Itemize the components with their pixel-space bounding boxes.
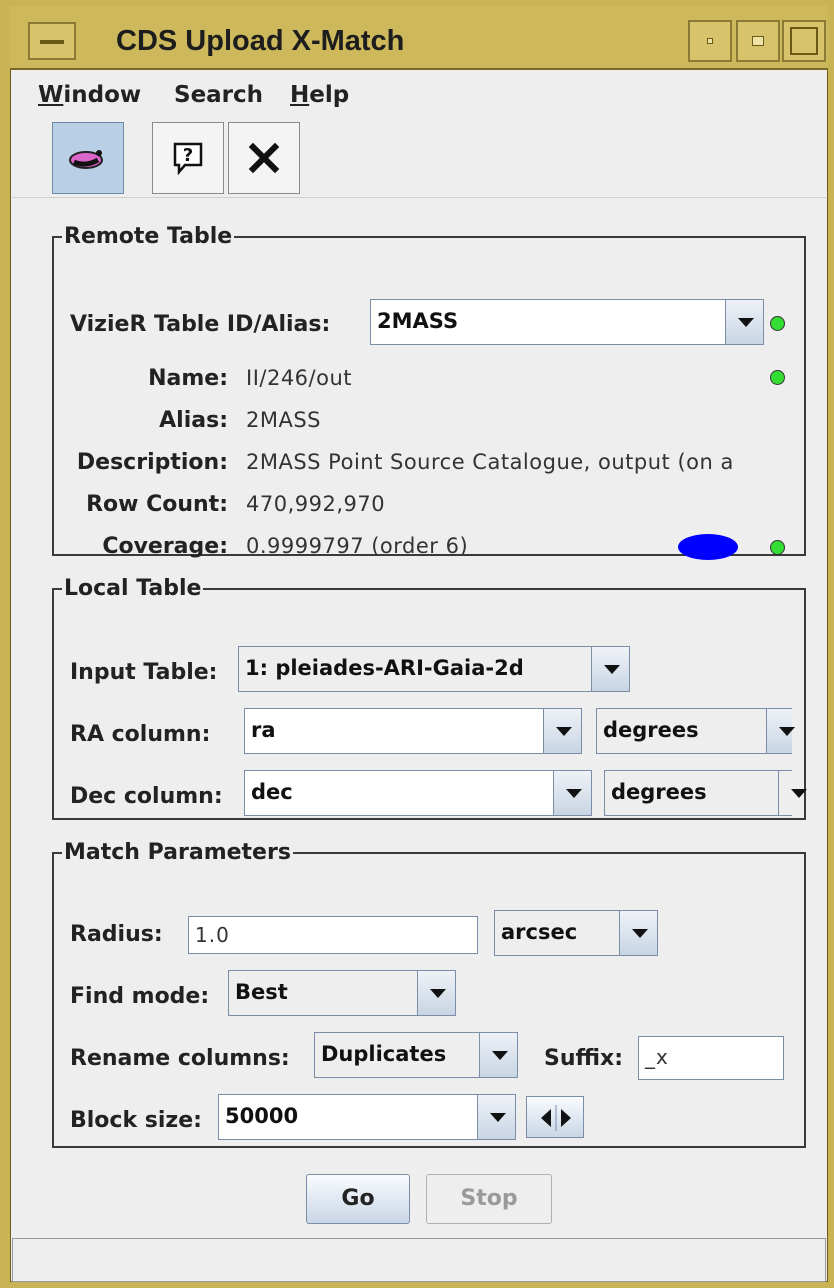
rename-columns-combo[interactable]: Duplicates (314, 1032, 518, 1078)
minimize-icon (707, 38, 713, 44)
row-count-label: Row Count: (86, 492, 228, 517)
close-icon (248, 142, 280, 174)
block-size-label: Block size: (70, 1108, 202, 1133)
stop-button[interactable]: Stop (426, 1174, 552, 1224)
chevron-down-icon[interactable] (619, 911, 657, 955)
find-mode-value: Best (235, 980, 288, 1004)
menu-bar: Window Search Help (12, 72, 826, 118)
chevron-down-icon[interactable] (766, 709, 795, 753)
close-button[interactable] (228, 122, 300, 194)
description-label: Description: (76, 450, 228, 475)
ra-unit-combo[interactable]: degrees (596, 708, 795, 754)
row-count-value: 470,992,970 (246, 492, 386, 516)
window-close-button[interactable] (782, 20, 826, 62)
menu-window[interactable]: Window (38, 82, 141, 108)
match-parameters-group: Match Parameters Radius: 1.0 arcsec Find… (52, 842, 806, 1148)
dropdown-edge[interactable] (778, 771, 807, 815)
chevron-down-icon[interactable] (417, 971, 455, 1015)
rename-columns-label: Rename columns: (70, 1046, 290, 1071)
toolbar: ? (12, 118, 826, 198)
coverage-value: 0.9999797 (order 6) (246, 534, 469, 558)
dec-column-label: Dec column: (70, 784, 223, 809)
radius-unit-value: arcsec (501, 920, 578, 944)
input-table-combo[interactable]: 1: pleiades-ARI-Gaia-2d (238, 646, 630, 692)
block-size-stepper[interactable] (526, 1096, 584, 1138)
title-bar[interactable]: CDS Upload X-Match (10, 6, 828, 70)
plot-link-button[interactable] (52, 122, 124, 194)
coverage-map-icon (678, 534, 738, 560)
menu-help[interactable]: Help (290, 82, 349, 108)
radius-label: Radius: (70, 922, 163, 947)
left-right-arrows-icon (541, 1105, 571, 1131)
suffix-value: _x (645, 1045, 669, 1069)
help-icon: ? (173, 142, 203, 175)
chevron-down-icon[interactable] (477, 1095, 515, 1139)
chevron-down-icon[interactable] (479, 1033, 517, 1077)
input-table-label: Input Table: (70, 660, 218, 685)
match-parameters-legend: Match Parameters (64, 840, 291, 865)
help-button[interactable]: ? (152, 122, 224, 194)
chevron-down-icon[interactable] (725, 300, 763, 344)
name-status-dot (770, 370, 785, 385)
maximize-icon (752, 36, 764, 46)
menu-search[interactable]: Search (174, 82, 263, 108)
description-value: 2MASS Point Source Catalogue, output (on… (246, 450, 734, 474)
go-button[interactable]: Go (306, 1174, 410, 1224)
table-status-dot (770, 316, 785, 331)
block-size-combo[interactable]: 50000 (218, 1094, 516, 1140)
chevron-down-icon[interactable] (591, 647, 629, 691)
local-table-group: Local Table Input Table: 1: pleiades-ARI… (52, 576, 807, 820)
ra-column-label: RA column: (70, 722, 211, 747)
menu-help-rest: elp (309, 82, 350, 108)
find-mode-combo[interactable]: Best (228, 970, 456, 1016)
dec-column-combo[interactable]: dec (244, 770, 592, 816)
dec-unit-combo[interactable]: degrees (604, 770, 807, 816)
rename-columns-value: Duplicates (321, 1042, 447, 1066)
remote-table-legend: Remote Table (64, 224, 233, 249)
radius-unit-combo[interactable]: arcsec (494, 910, 658, 956)
dec-unit-value: degrees (611, 780, 707, 804)
input-table-value: 1: pleiades-ARI-Gaia-2d (245, 656, 524, 680)
local-table-legend: Local Table (64, 576, 202, 601)
menu-help-mnemonic: H (290, 82, 310, 108)
chevron-down-icon[interactable] (553, 771, 591, 815)
suffix-label: Suffix: (544, 1046, 624, 1071)
ra-column-combo[interactable]: ra (244, 708, 582, 754)
plot-link-icon (69, 150, 103, 169)
block-size-value: 50000 (225, 1104, 299, 1128)
radius-input[interactable]: 1.0 (188, 916, 478, 954)
menu-window-mnemonic: W (38, 82, 64, 108)
dec-column-value: dec (251, 780, 293, 804)
status-bar (12, 1238, 826, 1282)
square-icon (790, 27, 818, 55)
chevron-down-icon[interactable] (543, 709, 581, 753)
table-id-combo[interactable]: 2MASS (370, 299, 764, 345)
ra-column-value: ra (251, 718, 276, 742)
minimize-button[interactable] (688, 20, 732, 62)
remote-table-group: Remote Table VizieR Table ID/Alias: 2MAS… (52, 224, 806, 560)
ra-unit-value: degrees (603, 718, 699, 742)
name-label: Name: (148, 366, 228, 391)
alias-label: Alias: (159, 408, 228, 433)
svg-text:?: ? (183, 145, 193, 166)
find-mode-label: Find mode: (70, 984, 210, 1009)
window-title: CDS Upload X-Match (84, 18, 674, 64)
content-panel: Remote Table VizieR Table ID/Alias: 2MAS… (12, 200, 826, 1236)
coverage-status-dot (770, 540, 785, 555)
table-id-label: VizieR Table ID/Alias: (70, 312, 331, 337)
suffix-input[interactable]: _x (638, 1036, 784, 1080)
menu-window-rest: indow (63, 82, 142, 108)
coverage-label: Coverage: (102, 534, 228, 559)
window-menu-icon[interactable] (28, 22, 76, 60)
radius-value: 1.0 (195, 923, 230, 947)
name-value: II/246/out (246, 366, 353, 390)
table-id-value: 2MASS (377, 309, 459, 333)
maximize-button[interactable] (736, 20, 780, 62)
alias-value: 2MASS (246, 408, 322, 432)
